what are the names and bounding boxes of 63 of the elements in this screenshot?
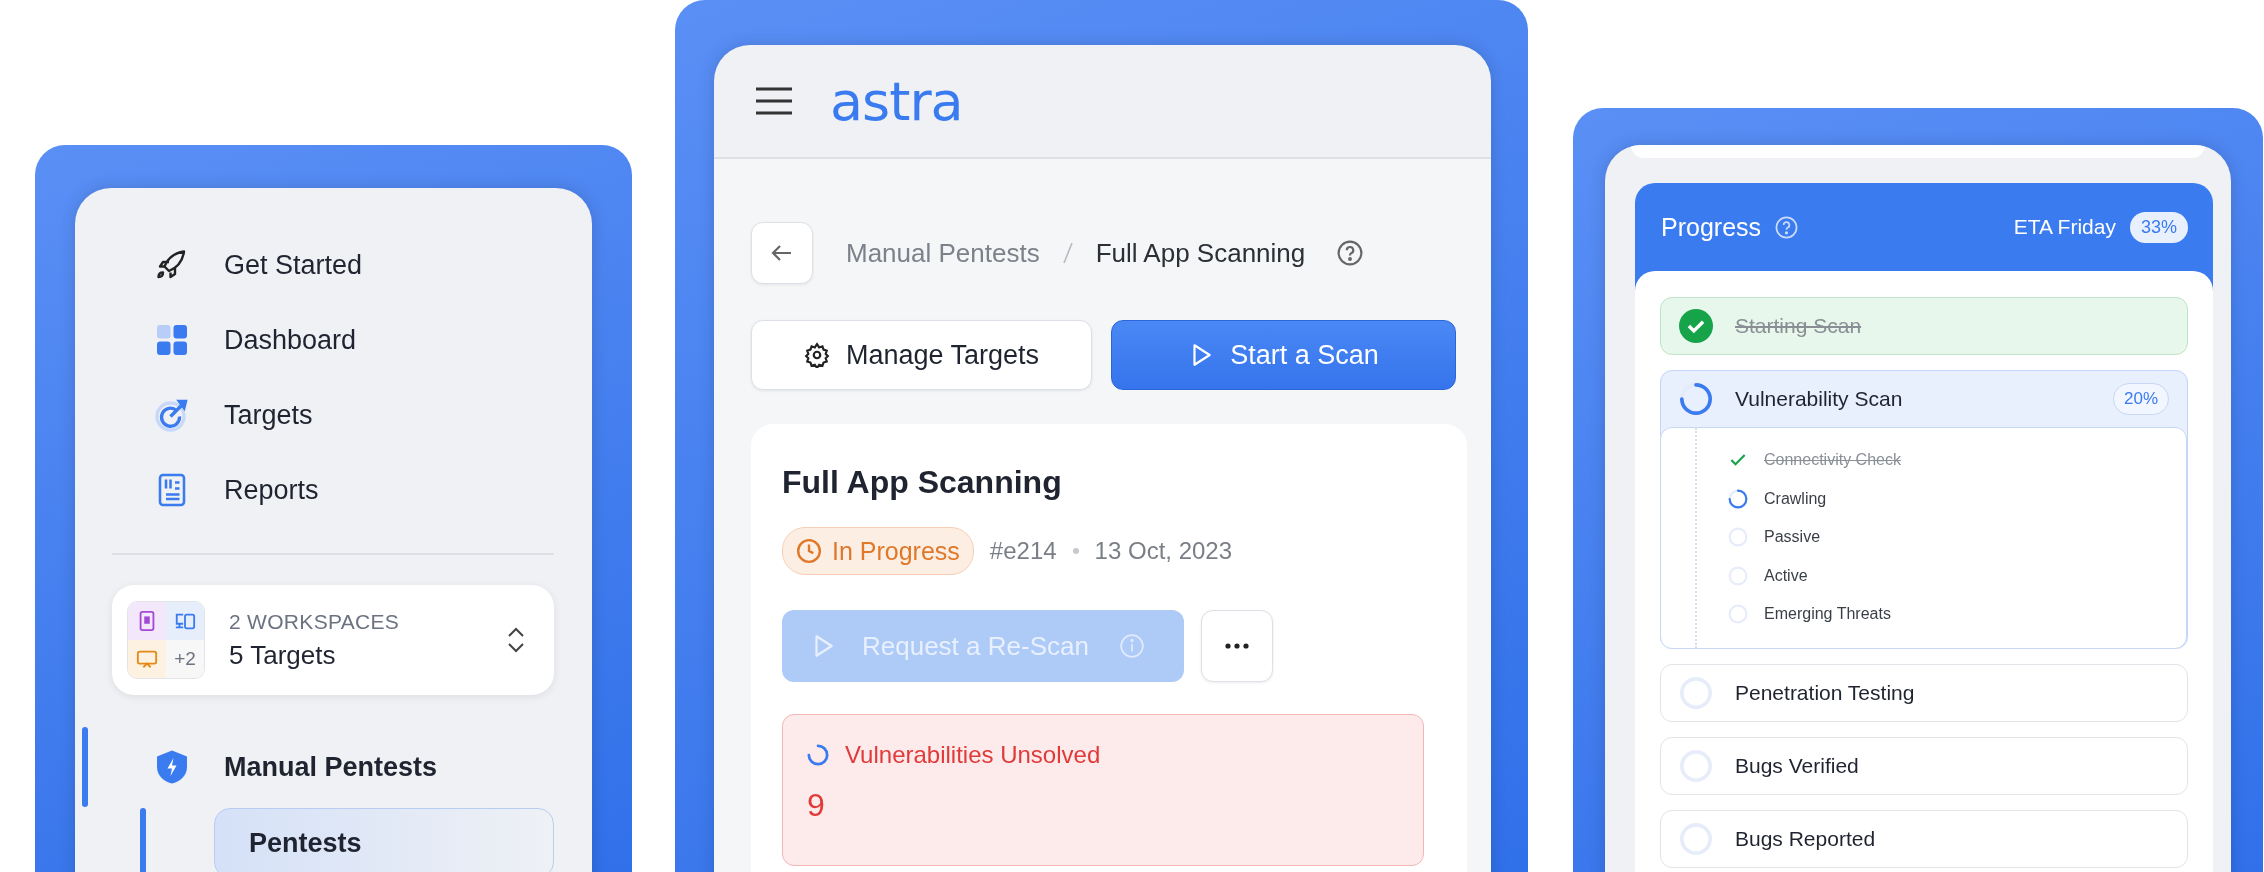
- target-count: 5 Targets: [229, 639, 337, 671]
- step-label: Penetration Testing: [1735, 680, 1915, 705]
- help-icon[interactable]: [1337, 240, 1364, 266]
- shield-icon: [154, 749, 190, 785]
- more-icon: [1225, 643, 1249, 649]
- sidebar-item[interactable]: Manual Pentests: [112, 727, 554, 807]
- empty-circle-icon: [1679, 821, 1713, 856]
- substep-label: Passive: [1764, 528, 1821, 547]
- scan-title: Full App Scanning: [782, 464, 1063, 501]
- sidebar-item-label: Targets: [224, 399, 313, 431]
- empty-circle-icon: [1728, 527, 1748, 548]
- spinner-icon: [1728, 488, 1748, 509]
- percent-badge: 33%: [2129, 211, 2188, 243]
- percent-badge: 20%: [2112, 383, 2169, 415]
- breadcrumb-link[interactable]: Manual Pentests: [846, 237, 1040, 269]
- alert-label: Vulnerabilities Unsolved: [845, 741, 1101, 769]
- check-circle-icon: [1679, 309, 1713, 343]
- settings-icon: [803, 342, 830, 368]
- progress-title: Progress: [1661, 212, 1762, 242]
- dashboard-icon: [154, 322, 190, 358]
- sidebar-item[interactable]: Reports: [112, 453, 554, 527]
- sidebar-item[interactable]: Get Started: [112, 228, 554, 302]
- sidebar-item-label: Dashboard: [224, 324, 357, 356]
- chevron-up-down-icon: [506, 627, 526, 653]
- manage-targets-button[interactable]: Manage Targets: [751, 320, 1092, 390]
- step-label: Bugs Reported: [1735, 826, 1876, 851]
- sidebar-item[interactable]: Dashboard: [112, 303, 554, 377]
- target-icon: [154, 397, 190, 433]
- empty-circle-icon: [1679, 748, 1713, 783]
- workspace-count: 2 WORKSPACES: [229, 609, 401, 634]
- workspace-selector[interactable]: +2 2 WORKSPACES 5 Targets: [112, 585, 554, 695]
- start-scan-button[interactable]: Start a Scan: [1111, 320, 1456, 390]
- separator-dot: [1072, 548, 1079, 554]
- sidebar-item[interactable]: Targets: [112, 378, 554, 452]
- spinner-icon: [807, 744, 829, 766]
- more-count: +2: [166, 640, 204, 678]
- eta-label: ETA Friday: [2013, 215, 2116, 239]
- substep-label: Emerging Threats: [1764, 605, 1891, 624]
- sidebar-subitem[interactable]: Pentests: [214, 808, 554, 872]
- scan-id: #e214: [989, 537, 1057, 565]
- sidebar-item-label: Manual Pentests: [224, 751, 438, 783]
- substep-label: Connectivity Check: [1764, 451, 1901, 470]
- empty-circle-icon: [1728, 604, 1748, 625]
- substep-label: Active: [1764, 566, 1808, 585]
- monitor-icon: [136, 648, 158, 670]
- breadcrumb-separator: [1061, 241, 1074, 265]
- spinner-icon: [1679, 382, 1713, 416]
- step-label: Starting Scan: [1735, 314, 1862, 338]
- empty-circle-icon: [1728, 565, 1748, 586]
- empty-circle-icon: [1679, 675, 1713, 710]
- clock-icon: [796, 538, 822, 564]
- step-label: Bugs Verified: [1735, 753, 1859, 778]
- menu-icon[interactable]: [756, 87, 792, 115]
- sidebar-item-label: Reports: [224, 474, 319, 506]
- scan-date: 13 Oct, 2023: [1094, 537, 1233, 565]
- sidebar-item-label: Get Started: [224, 249, 363, 281]
- step-label: Vulnerability Scan: [1735, 387, 1903, 411]
- info-icon: [1118, 633, 1145, 659]
- breadcrumb-current: Full App Scanning: [1095, 237, 1306, 269]
- status-badge: In Progress: [782, 527, 974, 575]
- alert-count: 9: [807, 787, 825, 824]
- substep-label: Crawling: [1764, 489, 1827, 508]
- logo: astra: [830, 69, 963, 133]
